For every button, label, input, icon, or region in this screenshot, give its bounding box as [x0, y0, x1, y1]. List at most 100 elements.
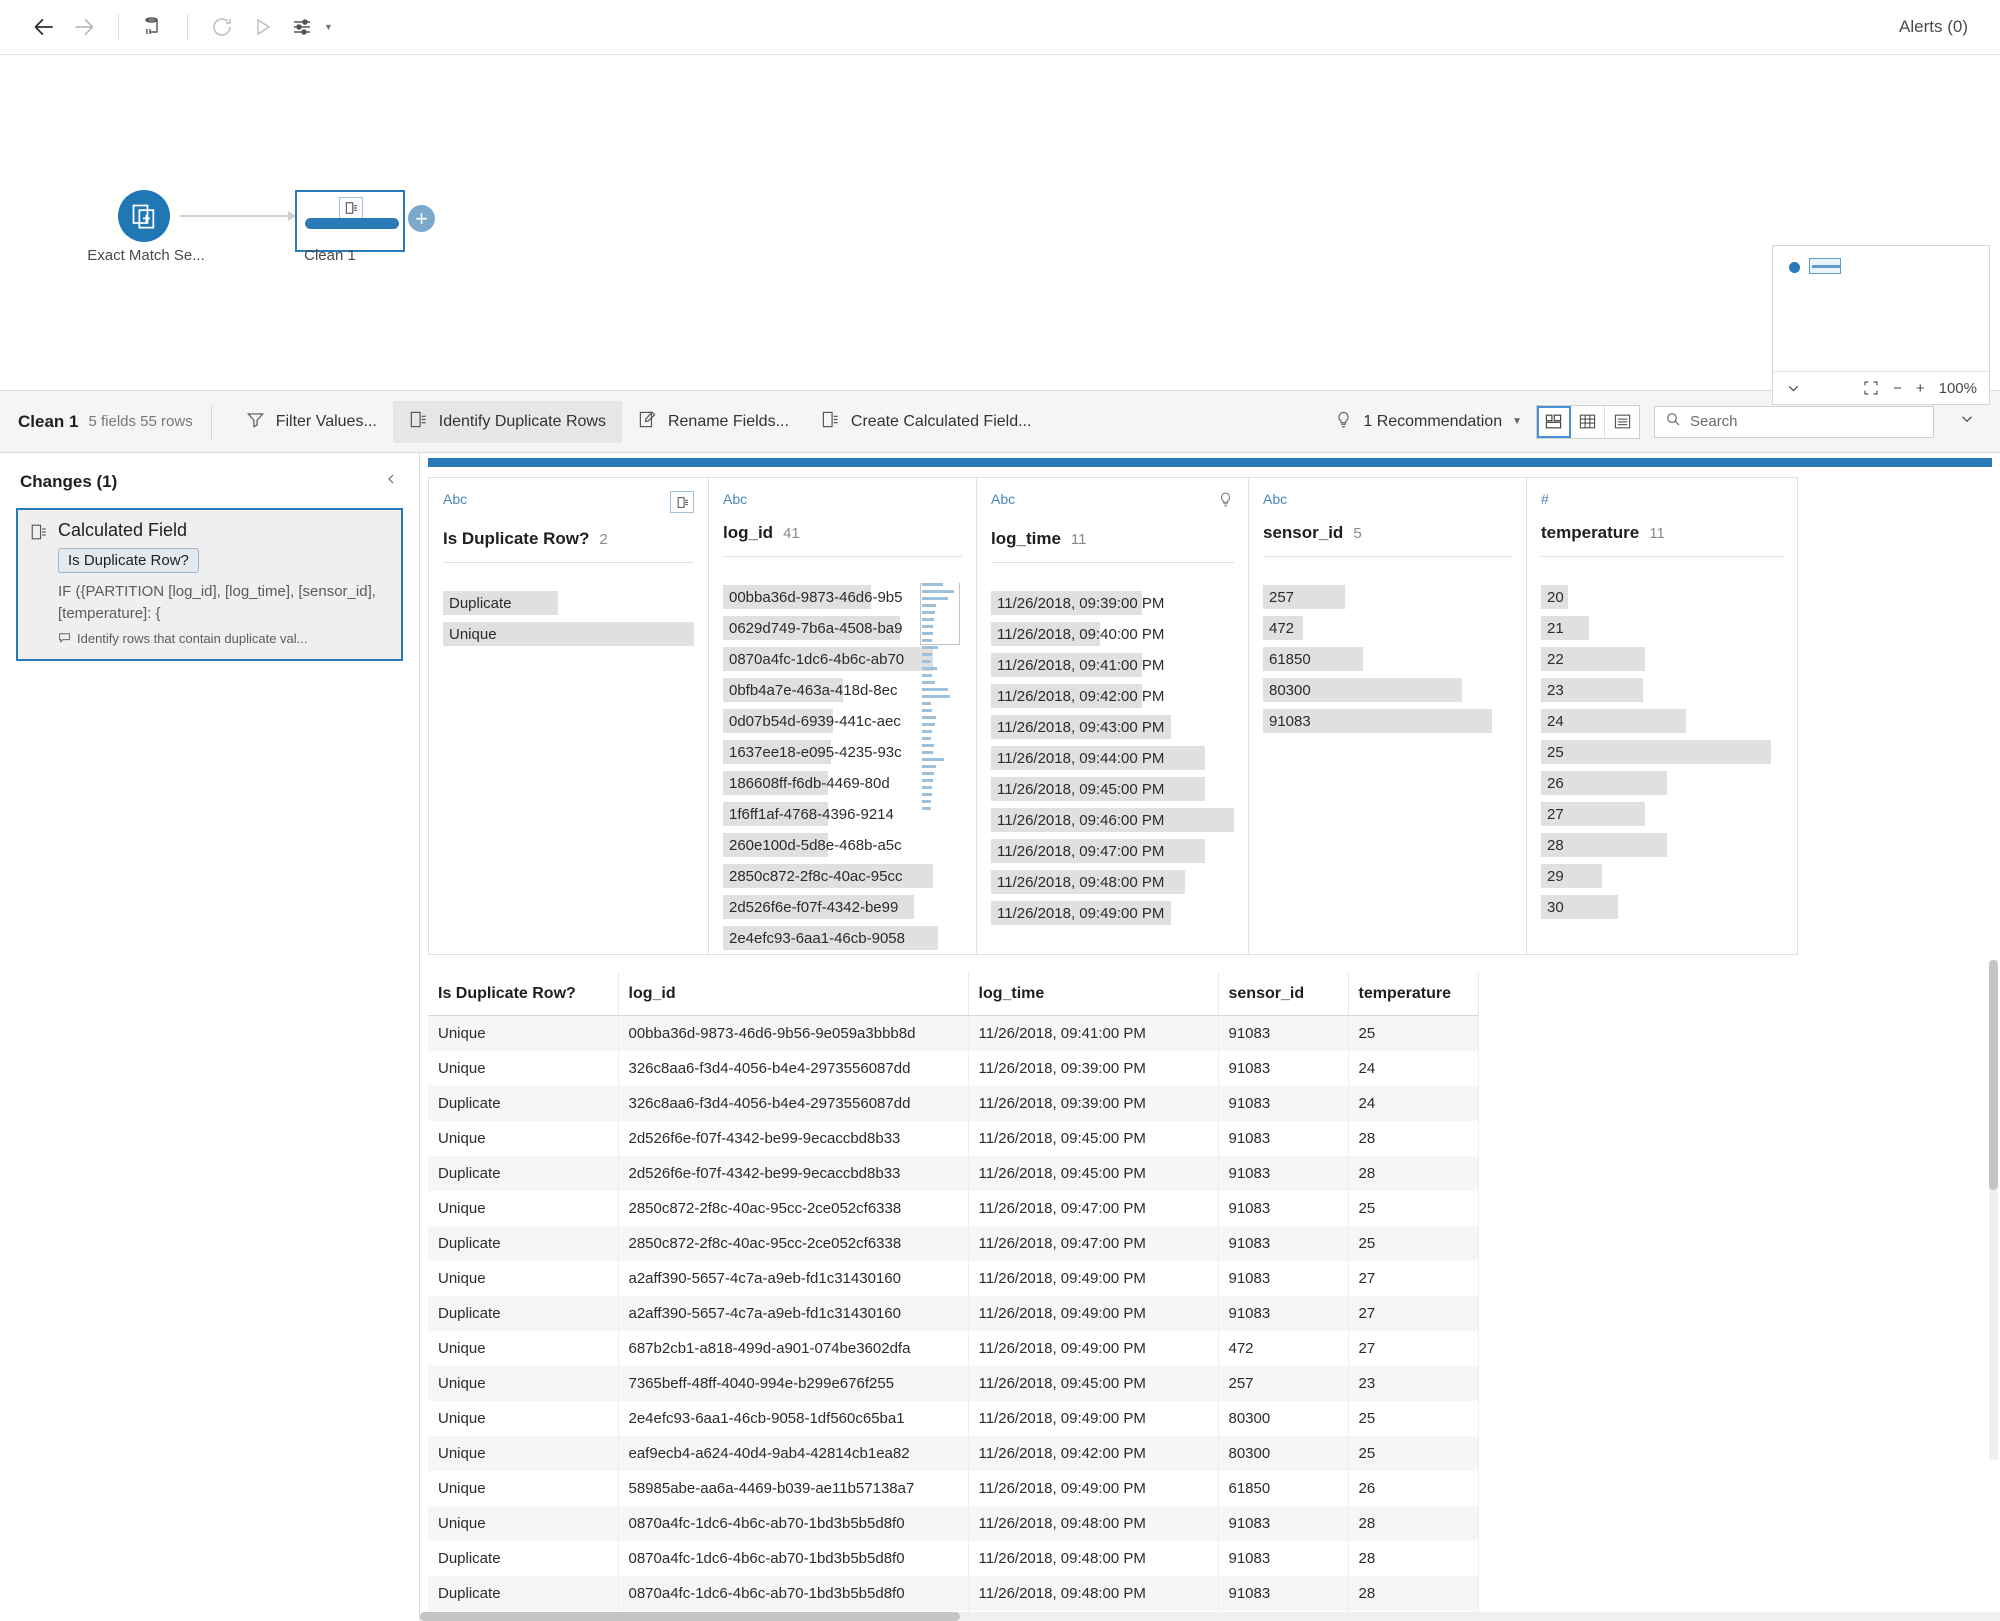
profile-value-row[interactable]: 11/26/2018, 09:47:00 PM	[991, 837, 1234, 865]
back-arrow-icon[interactable]	[24, 7, 64, 47]
database-pause-icon[interactable]	[133, 7, 173, 47]
field-type-indicator[interactable]: #	[1541, 491, 1549, 507]
grid-cell[interactable]: 2d526f6e-f07f-4342-be99-9ecaccbd8b33	[618, 1121, 968, 1156]
profile-value-row[interactable]: Duplicate	[443, 589, 694, 617]
grid-cell[interactable]: 26	[1348, 1471, 1478, 1506]
grid-cell[interactable]: 58985abe-aa6a-4469-b039-ae11b57138a7	[618, 1471, 968, 1506]
table-row[interactable]: Duplicate326c8aa6-f3d4-4056-b4e4-2973556…	[428, 1086, 1478, 1121]
table-row[interactable]: Unique2e4efc93-6aa1-46cb-9058-1df560c65b…	[428, 1401, 1478, 1436]
recommendations-caret-icon[interactable]: ▼	[1512, 416, 1522, 427]
grid-column-header[interactable]: temperature	[1348, 973, 1478, 1016]
table-row[interactable]: Unique2d526f6e-f07f-4342-be99-9ecaccbd8b…	[428, 1121, 1478, 1156]
grid-cell[interactable]: 11/26/2018, 09:48:00 PM	[968, 1541, 1218, 1576]
create-calculated-field-button[interactable]: Create Calculated Field...	[805, 401, 1048, 443]
grid-cell[interactable]: Unique	[428, 1401, 618, 1436]
grid-cell[interactable]: Duplicate	[428, 1541, 618, 1576]
grid-cell[interactable]: 28	[1348, 1576, 1478, 1611]
grid-cell[interactable]: Duplicate	[428, 1156, 618, 1191]
field-type-indicator[interactable]: Abc	[991, 491, 1015, 507]
grid-cell[interactable]: Duplicate	[428, 1086, 618, 1121]
grid-cell[interactable]: 28	[1348, 1541, 1478, 1576]
grid-cell[interactable]: 24	[1348, 1051, 1478, 1086]
profile-value-row[interactable]: 91083	[1263, 707, 1512, 735]
mini-histogram-viewport[interactable]	[920, 583, 960, 645]
grid-cell[interactable]: 11/26/2018, 09:49:00 PM	[968, 1331, 1218, 1366]
grid-cell[interactable]: 61850	[1218, 1471, 1348, 1506]
grid-cell[interactable]: 91083	[1218, 1016, 1348, 1052]
grid-column-header[interactable]: Is Duplicate Row?	[428, 973, 618, 1016]
table-row[interactable]: Unique00bba36d-9873-46d6-9b56-9e059a3bbb…	[428, 1016, 1478, 1052]
grid-cell[interactable]: 2e4efc93-6aa1-46cb-9058-1df560c65ba1	[618, 1401, 968, 1436]
refresh-icon[interactable]	[202, 7, 242, 47]
grid-cell[interactable]: Unique	[428, 1366, 618, 1401]
profile-value-row[interactable]: 11/26/2018, 09:45:00 PM	[991, 775, 1234, 803]
grid-cell[interactable]: 91083	[1218, 1156, 1348, 1191]
table-row[interactable]: Duplicate0870a4fc-1dc6-4b6c-ab70-1bd3b5b…	[428, 1576, 1478, 1611]
flow-node-clean[interactable]	[295, 190, 405, 252]
field-value-list[interactable]: 257472618508030091083	[1263, 583, 1512, 954]
table-row[interactable]: Unique58985abe-aa6a-4469-b039-ae11b57138…	[428, 1471, 1478, 1506]
profile-value-row[interactable]: 61850	[1263, 645, 1512, 673]
grid-cell[interactable]: Unique	[428, 1471, 618, 1506]
grid-vertical-scrollbar[interactable]	[1989, 960, 1998, 1460]
table-row[interactable]: Duplicate0870a4fc-1dc6-4b6c-ab70-1bd3b5b…	[428, 1541, 1478, 1576]
grid-horizontal-scrollbar[interactable]	[420, 1612, 2000, 1621]
profile-value-row[interactable]: 28	[1541, 831, 1783, 859]
profile-value-row[interactable]: 472	[1263, 614, 1512, 642]
grid-cell[interactable]: 0870a4fc-1dc6-4b6c-ab70-1bd3b5b5d8f0	[618, 1576, 968, 1611]
field-value-list[interactable]: 00bba36d-9873-46d6-9b50629d749-7b6a-4508…	[723, 583, 962, 954]
table-row[interactable]: Unique7365beff-48ff-4040-994e-b299e676f2…	[428, 1366, 1478, 1401]
profile-value-row[interactable]: 29	[1541, 862, 1783, 890]
grid-cell[interactable]: 11/26/2018, 09:47:00 PM	[968, 1191, 1218, 1226]
grid-cell[interactable]: 2850c872-2f8c-40ac-95cc-2ce052cf6338	[618, 1191, 968, 1226]
search-box[interactable]	[1654, 406, 1934, 438]
grid-cell[interactable]: 25	[1348, 1401, 1478, 1436]
identify-duplicate-rows-button[interactable]: Identify Duplicate Rows	[393, 401, 622, 443]
calculated-field-icon[interactable]	[670, 491, 694, 513]
add-step-button[interactable]: +	[408, 205, 435, 232]
grid-horizontal-scroll-thumb[interactable]	[420, 1612, 960, 1621]
grid-cell[interactable]: 11/26/2018, 09:45:00 PM	[968, 1366, 1218, 1401]
grid-cell[interactable]: 687b2cb1-a818-499d-a901-074be3602dfa	[618, 1331, 968, 1366]
grid-cell[interactable]: 91083	[1218, 1226, 1348, 1261]
grid-cell[interactable]: 91083	[1218, 1086, 1348, 1121]
list-view-button[interactable]	[1605, 406, 1639, 438]
grid-cell[interactable]: Unique	[428, 1121, 618, 1156]
field-value-list[interactable]: 2021222324252627282930	[1541, 583, 1783, 954]
grid-vertical-scroll-thumb[interactable]	[1989, 960, 1998, 1190]
filter-values-button[interactable]: Filter Values...	[230, 401, 393, 443]
flow-settings-icon[interactable]	[282, 7, 322, 47]
field-type-indicator[interactable]: Abc	[1263, 491, 1287, 507]
collapse-changes-icon[interactable]	[383, 471, 399, 492]
grid-cell[interactable]: 91083	[1218, 1296, 1348, 1331]
grid-cell[interactable]: 2d526f6e-f07f-4342-be99-9ecaccbd8b33	[618, 1156, 968, 1191]
profile-value-row[interactable]: 11/26/2018, 09:43:00 PM	[991, 713, 1234, 741]
table-row[interactable]: Unique2850c872-2f8c-40ac-95cc-2ce052cf63…	[428, 1191, 1478, 1226]
lightbulb-icon[interactable]	[1217, 491, 1234, 513]
grid-cell[interactable]: Unique	[428, 1331, 618, 1366]
grid-cell[interactable]: Unique	[428, 1051, 618, 1086]
forward-arrow-icon[interactable]	[64, 7, 104, 47]
flow-settings-caret-icon[interactable]: ▼	[324, 22, 333, 32]
profile-value-row[interactable]: 27	[1541, 800, 1783, 828]
field-value-list[interactable]: DuplicateUnique	[443, 589, 694, 954]
grid-cell[interactable]: 25	[1348, 1436, 1478, 1471]
grid-cell[interactable]: 11/26/2018, 09:48:00 PM	[968, 1576, 1218, 1611]
grid-cell[interactable]: 25	[1348, 1226, 1478, 1261]
grid-cell[interactable]: 27	[1348, 1296, 1478, 1331]
field-card-is-duplicate-row[interactable]: AbcIs Duplicate Row?2DuplicateUnique	[428, 477, 708, 955]
grid-cell[interactable]: 23	[1348, 1366, 1478, 1401]
grid-cell[interactable]: 11/26/2018, 09:47:00 PM	[968, 1226, 1218, 1261]
grid-cell[interactable]: 80300	[1218, 1401, 1348, 1436]
profile-value-row[interactable]: 24	[1541, 707, 1783, 735]
table-row[interactable]: Uniqueeaf9ecb4-a624-40d4-9ab4-42814cb1ea…	[428, 1436, 1478, 1471]
grid-cell[interactable]: Duplicate	[428, 1226, 618, 1261]
field-card-sensor-id[interactable]: Abcsensor_id5257472618508030091083	[1248, 477, 1526, 955]
grid-cell[interactable]: 0870a4fc-1dc6-4b6c-ab70-1bd3b5b5d8f0	[618, 1541, 968, 1576]
grid-cell[interactable]: 27	[1348, 1261, 1478, 1296]
change-card-calculated-field[interactable]: Calculated Field Is Duplicate Row? IF ({…	[16, 508, 403, 661]
field-type-indicator[interactable]: Abc	[443, 491, 467, 507]
data-grid-pane[interactable]: Is Duplicate Row?log_idlog_timesensor_id…	[420, 955, 2000, 1621]
rename-fields-button[interactable]: Rename Fields...	[622, 401, 805, 443]
flow-canvas[interactable]: Exact Match Se... Clean 1 + − +	[0, 55, 2000, 391]
